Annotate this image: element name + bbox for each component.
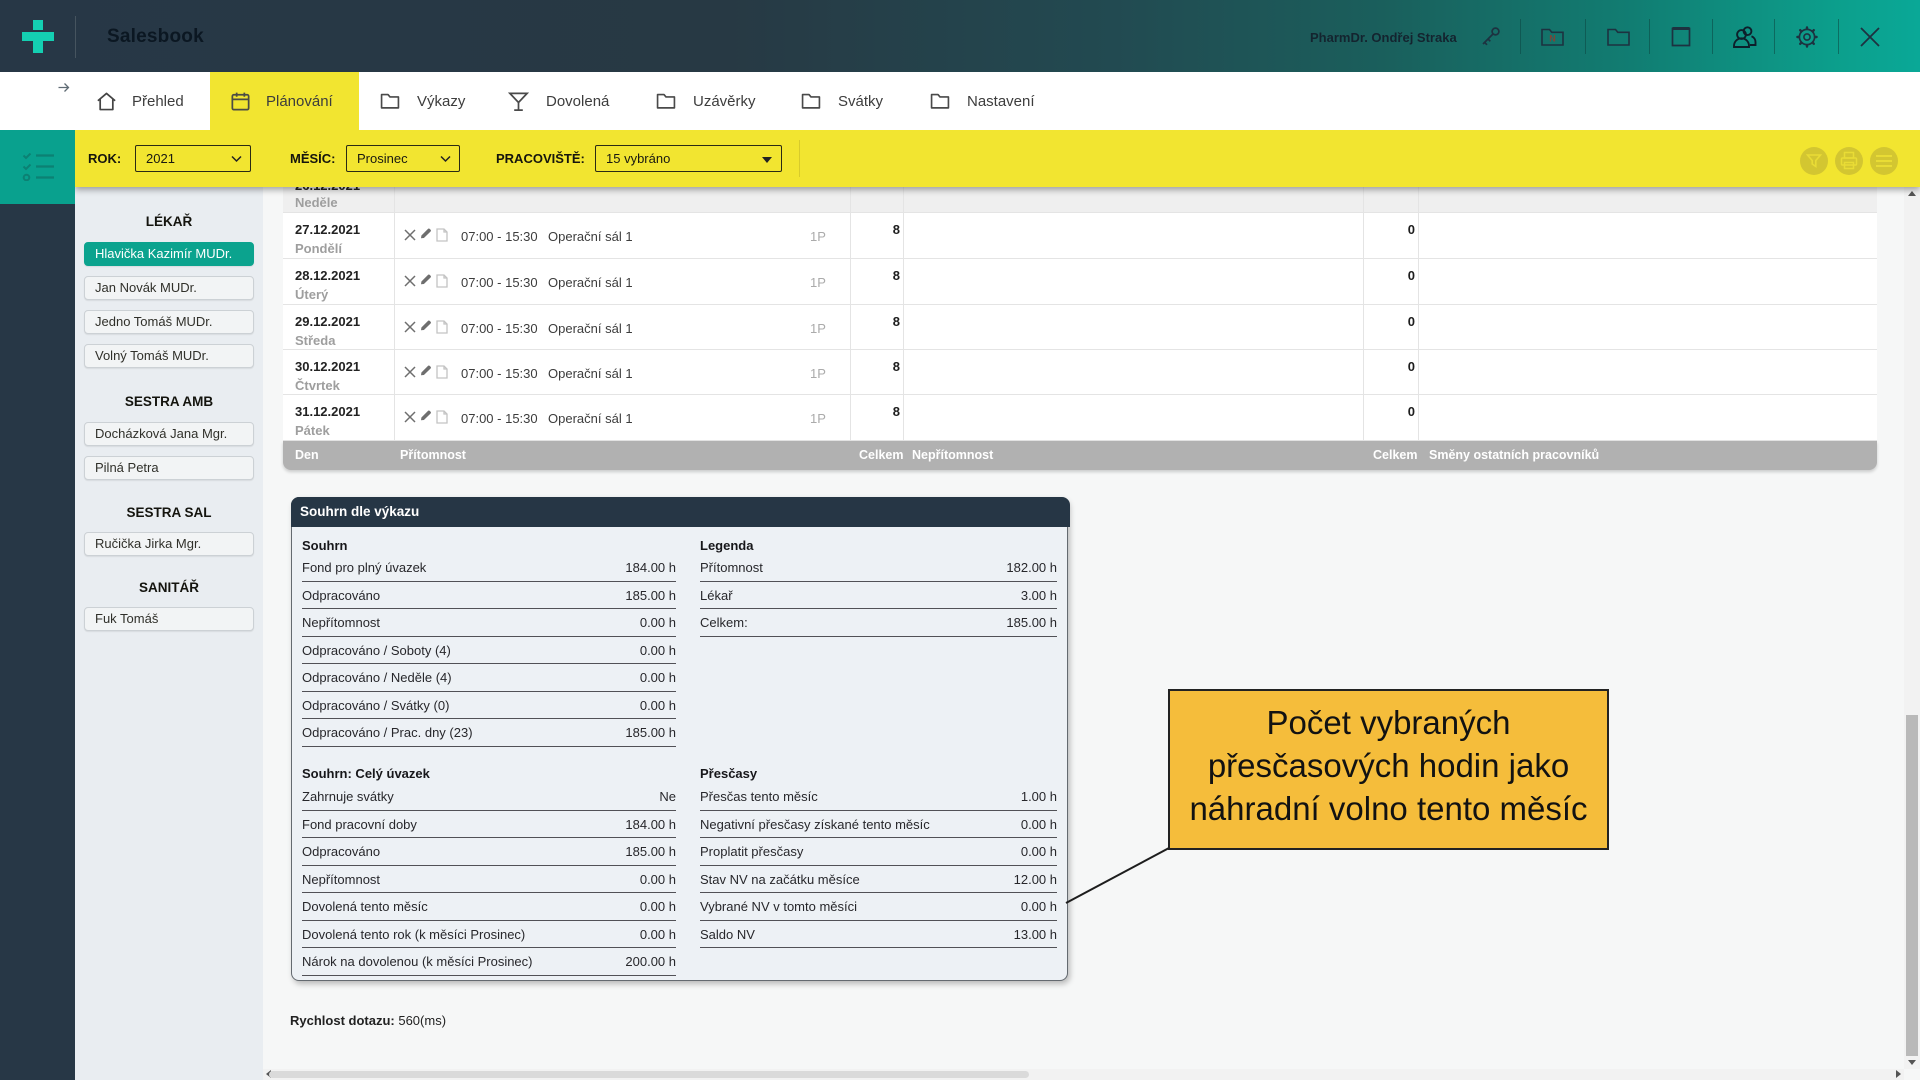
svg-text:N: N — [1549, 34, 1556, 44]
